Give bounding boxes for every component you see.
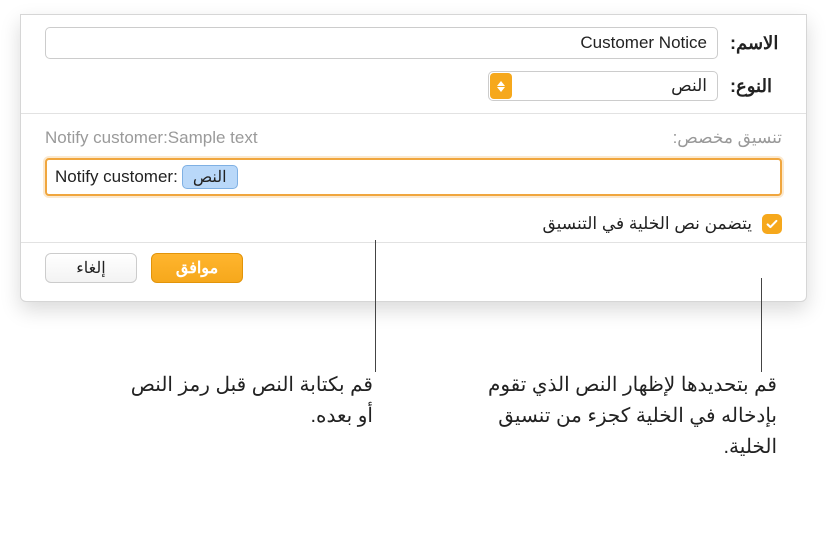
format-preview: Notify customer:Sample text (45, 128, 258, 148)
custom-format-section: تنسيق مخصص: Notify customer:Sample text … (21, 114, 806, 202)
cancel-button[interactable]: إلغاء (45, 253, 137, 283)
name-input[interactable] (45, 27, 718, 59)
cancel-label: إلغاء (76, 258, 105, 278)
name-row: الاسم: (21, 15, 806, 71)
include-text-label: يتضمن نص الخلية في التنسيق (542, 214, 752, 234)
include-text-checkbox[interactable] (762, 214, 782, 234)
name-label: الاسم: (730, 33, 782, 54)
custom-format-label: تنسيق مخصص: (673, 128, 782, 148)
type-label: النوع: (730, 76, 782, 97)
type-row: النوع: النص (21, 71, 806, 113)
callout-include-text: قم بتحديدها لإظهار النص الذي تقوم بإدخال… (447, 370, 777, 463)
callout-leader-right (761, 278, 762, 372)
token-label: النص (193, 167, 227, 187)
updown-icon (490, 73, 512, 99)
type-select[interactable]: النص (488, 71, 718, 101)
custom-format-dialog: الاسم: النوع: النص تنسيق مخصص: Notify cu… (20, 14, 807, 302)
format-field[interactable]: Notify customer: النص (45, 158, 782, 196)
ok-button[interactable]: موافق (151, 253, 243, 283)
checkmark-icon (765, 217, 779, 231)
include-text-row: يتضمن نص الخلية في التنسيق (21, 202, 806, 242)
callout-type-text: قم بكتابة النص قبل رمز النص أو بعده. (113, 370, 373, 432)
ok-label: موافق (176, 258, 218, 278)
callout-leader-left (375, 240, 376, 372)
type-value: النص (671, 76, 707, 96)
format-prefix-text: Notify customer: (55, 167, 178, 187)
text-token[interactable]: النص (182, 165, 238, 189)
custom-format-header: تنسيق مخصص: Notify customer:Sample text (45, 128, 782, 148)
button-row: موافق إلغاء (21, 243, 806, 289)
